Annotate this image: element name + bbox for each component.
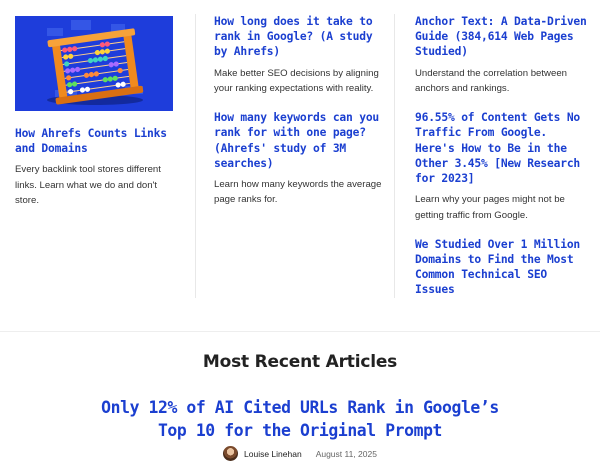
author-avatar[interactable] [223,446,239,461]
articles-column-3: Anchor Text: A Data-Driven Guide (384,61… [415,14,590,298]
article-description: Learn why your pages might not be gettin… [415,194,565,221]
article-description: Make better SEO decisions by aligning yo… [214,67,379,94]
article-link[interactable]: How long does it take to rank in Google?… [214,14,384,60]
featured-byline: Louise Linehan August 11, 2025 [0,446,600,461]
article-link[interactable]: 96.55% of Content Gets No Traffic From G… [415,110,590,186]
abacus-illustration-icon[interactable] [15,16,173,111]
article-link[interactable]: How many keywords can you rank for with … [214,110,384,171]
article-link[interactable]: We Studied Over 1 Million Domains to Fin… [415,237,590,298]
article-link[interactable]: How Ahrefs Counts Links and Domains [15,126,180,156]
related-articles-grid: How Ahrefs Counts Links and Domains Ever… [0,0,600,300]
featured-article-link[interactable]: Only 12% of AI Cited URLs Rank in Google… [100,397,500,442]
article-description: Every backlink tool stores different lin… [15,164,161,206]
article-card: Anchor Text: A Data-Driven Guide (384,61… [415,14,590,96]
section-divider [0,331,600,332]
column-divider [195,14,196,298]
article-description: Understand the correlation between ancho… [415,67,567,94]
article-card: How many keywords can you rank for with … [214,110,384,207]
article-card: We Studied Over 1 Million Domains to Fin… [415,237,590,298]
article-card: 96.55% of Content Gets No Traffic From G… [415,110,590,223]
article-card: How long does it take to rank in Google?… [214,14,384,96]
column-divider [394,14,395,298]
articles-column-1: How Ahrefs Counts Links and Domains Ever… [15,14,180,208]
publish-date: August 11, 2025 [315,448,377,459]
author-name[interactable]: Louise Linehan [244,449,302,459]
article-link[interactable]: Anchor Text: A Data-Driven Guide (384,61… [415,14,590,60]
abacus-illustration [15,16,173,111]
most-recent-heading: Most Recent Articles [202,352,398,372]
articles-column-2: How long does it take to rank in Google?… [214,14,384,208]
article-description: Learn how many keywords the average page… [214,179,382,206]
article-card: How Ahrefs Counts Links and Domains Ever… [15,126,180,208]
